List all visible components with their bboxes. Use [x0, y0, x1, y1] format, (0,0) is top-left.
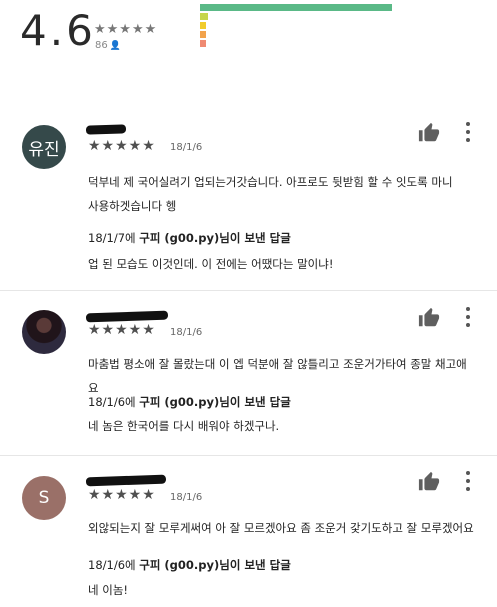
review-body-line: 사용하겟습니다 헹: [88, 199, 177, 213]
divider: [0, 290, 497, 291]
review-body-line: 마춤법 평소애 잘 몰랐는대 이 엡 덕분애 잘 않틀리고 조운거가타여 종말 …: [88, 357, 467, 395]
more-options-icon[interactable]: [466, 307, 470, 331]
rating-bar-1: [200, 40, 206, 47]
reply-date: 18/1/6에: [88, 558, 136, 572]
rating-bar-3: [200, 22, 206, 29]
reply-date: 18/1/6에: [88, 395, 136, 409]
review-date: 18/1/6: [170, 327, 203, 338]
review-body-line: 외않되는지 잘 모루게써여 아 잘 모르겠아요 좀 조운거 갗기도하고 잘 모루…: [88, 521, 474, 535]
redacted-author-name: [85, 124, 127, 135]
review-body-line: 덕부네 제 국어실려기 업되는거갓습니다. 아프로도 뒷받힘 할 수 잇도록 마…: [88, 175, 453, 189]
average-stars: ★★★★★: [94, 22, 158, 37]
review-stars: ★★★★★: [88, 322, 156, 338]
review-date: 18/1/6: [170, 492, 203, 503]
reply-author: 구피 (g00.py): [139, 231, 220, 245]
thumbs-up-icon[interactable]: [418, 122, 440, 144]
reply-date: 18/1/7에: [88, 231, 136, 245]
reply-suffix: 님이 보낸 답글: [219, 558, 291, 572]
developer-reply-header: 18/1/6에 구피 (g00.py)님이 보낸 답글: [88, 394, 291, 410]
thumbs-up-icon[interactable]: [418, 307, 440, 329]
developer-reply-header: 18/1/7에 구피 (g00.py)님이 보낸 답글: [88, 230, 291, 246]
reply-author: 구피 (g00.py): [139, 558, 220, 572]
more-options-icon[interactable]: [466, 471, 470, 495]
more-options-icon[interactable]: [466, 122, 470, 146]
person-icon: 👤: [109, 41, 121, 51]
rating-count-value: 86: [95, 40, 108, 51]
review-stars: ★★★★★: [88, 138, 156, 154]
developer-reply-header: 18/1/6에 구피 (g00.py)님이 보낸 답글: [88, 557, 291, 573]
reply-suffix: 님이 보낸 답글: [219, 395, 291, 409]
avatar: 유진: [22, 125, 66, 169]
developer-reply-text: 네 놈은 한국어를 다시 배워야 하겠구나.: [88, 419, 280, 433]
thumbs-up-icon[interactable]: [418, 471, 440, 493]
rating-bar-4: [200, 13, 208, 20]
rating-bar-5: [200, 4, 392, 11]
reply-author: 구피 (g00.py): [139, 395, 220, 409]
review-body: 덕부네 제 국어실려기 업되는거갓습니다. 아프로도 뒷받힘 할 수 잇도록 마…: [88, 170, 477, 218]
redacted-author-name: [85, 474, 167, 487]
review-body: 마춤법 평소애 잘 몰랐는대 이 엡 덕분애 잘 않틀리고 조운거가타여 종말 …: [88, 352, 477, 400]
avatar-photo: [22, 310, 66, 354]
review-stars: ★★★★★: [88, 487, 156, 503]
reply-suffix: 님이 보낸 답글: [219, 231, 291, 245]
redacted-author-name: [85, 310, 169, 323]
divider: [0, 455, 497, 456]
rating-bar-2: [200, 31, 206, 38]
review-date: 18/1/6: [170, 142, 203, 153]
review-body: 외않되는지 잘 모루게써여 아 잘 모르겠아요 좀 조운거 갗기도하고 잘 모루…: [88, 516, 477, 540]
average-rating: 4.6: [20, 6, 96, 55]
rating-count: 86 👤: [95, 40, 121, 51]
developer-reply-text: 업 된 모습도 이것인데. 이 전에는 어땠다는 말이냐!: [88, 257, 334, 271]
avatar: S: [22, 476, 66, 520]
developer-reply-text: 네 이놈!: [88, 583, 129, 597]
